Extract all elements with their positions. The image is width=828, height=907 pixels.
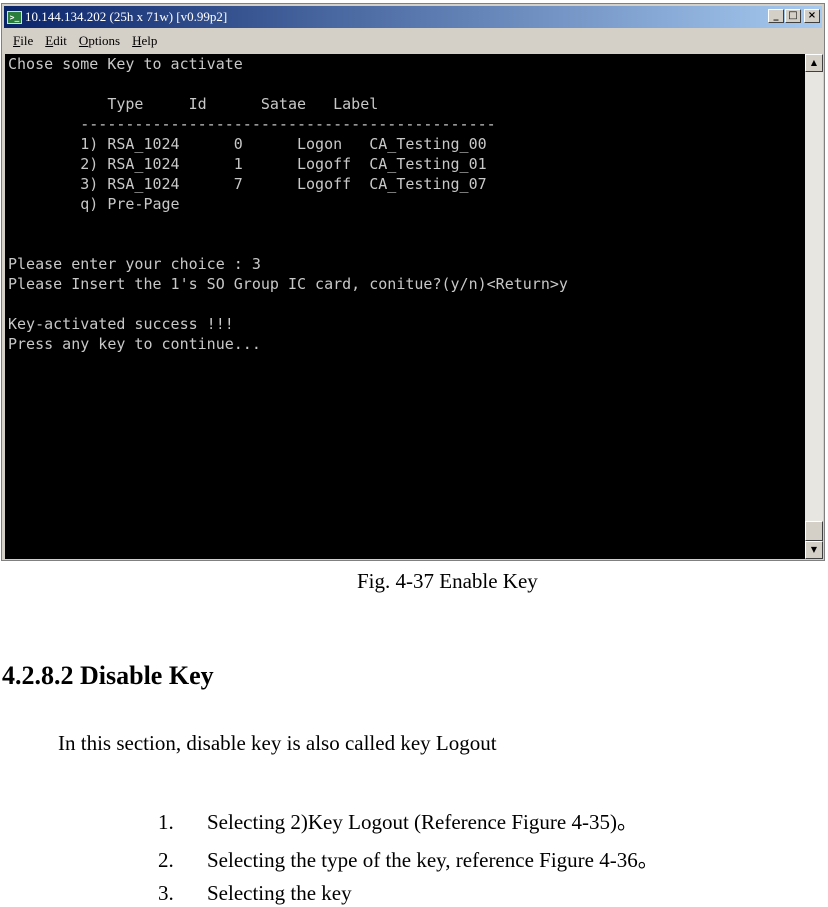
terminal-line: 1) RSA_1024 0 Logon CA_Testing_00	[8, 135, 487, 153]
list-text: Selecting the type of the key, reference…	[207, 848, 659, 872]
window-title: 10.144.134.202 (25h x 71w) [v0.99p2]	[25, 9, 228, 24]
terminal-screen[interactable]: Chose some Key to activate Type Id Satae…	[5, 54, 805, 559]
terminal-line: ----------------------------------------…	[8, 115, 496, 133]
terminal-line: q) Pre-Page	[8, 195, 180, 213]
vertical-scrollbar[interactable]: ▲ ▼	[805, 54, 823, 559]
list-item: 2. Selecting the type of the key, referen…	[158, 844, 659, 874]
scroll-thumb[interactable]	[805, 521, 823, 541]
terminal-window: >_ 10.144.134.202 (25h x 71w) [v0.99p2] …	[1, 3, 825, 561]
terminal-line: Please enter your choice : 3	[8, 255, 261, 273]
maximize-button[interactable]: □	[785, 9, 801, 23]
list-number: 3.	[158, 881, 174, 905]
terminal-line: 3) RSA_1024 7 Logoff CA_Testing_07	[8, 175, 487, 193]
terminal-line: Please Insert the 1's SO Group IC card, …	[8, 275, 568, 293]
menu-bar: File Edit Options Help	[4, 30, 822, 52]
menu-file[interactable]: File	[13, 33, 33, 49]
terminal-line: Chose some Key to activate	[8, 55, 243, 73]
terminal-line: Type Id Satae Label	[8, 95, 379, 113]
menu-help[interactable]: Help	[132, 33, 157, 49]
section-heading: 4.2.8.2 Disable Key	[2, 661, 214, 690]
list-item: 3. Selecting the key	[158, 881, 352, 906]
intro-paragraph: In this section, disable key is also cal…	[58, 731, 497, 755]
list-text: Selecting 2)Key Logout (Reference Figure…	[207, 810, 638, 834]
terminal-line: Key-activated success !!!	[8, 315, 234, 333]
figure-caption: Fig. 4-37 Enable Key	[357, 569, 538, 593]
menu-edit[interactable]: Edit	[45, 33, 67, 49]
terminal-line: 2) RSA_1024 1 Logoff CA_Testing_01	[8, 155, 487, 173]
close-button[interactable]: ×	[804, 9, 820, 23]
terminal-app-icon[interactable]: >_	[7, 10, 22, 24]
menu-options[interactable]: Options	[79, 33, 120, 49]
title-bar[interactable]: >_ 10.144.134.202 (25h x 71w) [v0.99p2] …	[4, 6, 822, 28]
list-number: 1.	[158, 810, 174, 834]
list-item: 1. Selecting 2)Key Logout (Reference Figu…	[158, 806, 638, 836]
terminal-line: Press any key to continue...	[8, 335, 261, 353]
minimize-button[interactable]: _	[768, 9, 784, 23]
scroll-down-icon[interactable]: ▼	[805, 541, 823, 559]
scroll-up-icon[interactable]: ▲	[805, 54, 823, 72]
window-controls: _ □ ×	[767, 9, 820, 23]
list-text: Selecting the key	[207, 881, 352, 905]
list-number: 2.	[158, 848, 174, 872]
